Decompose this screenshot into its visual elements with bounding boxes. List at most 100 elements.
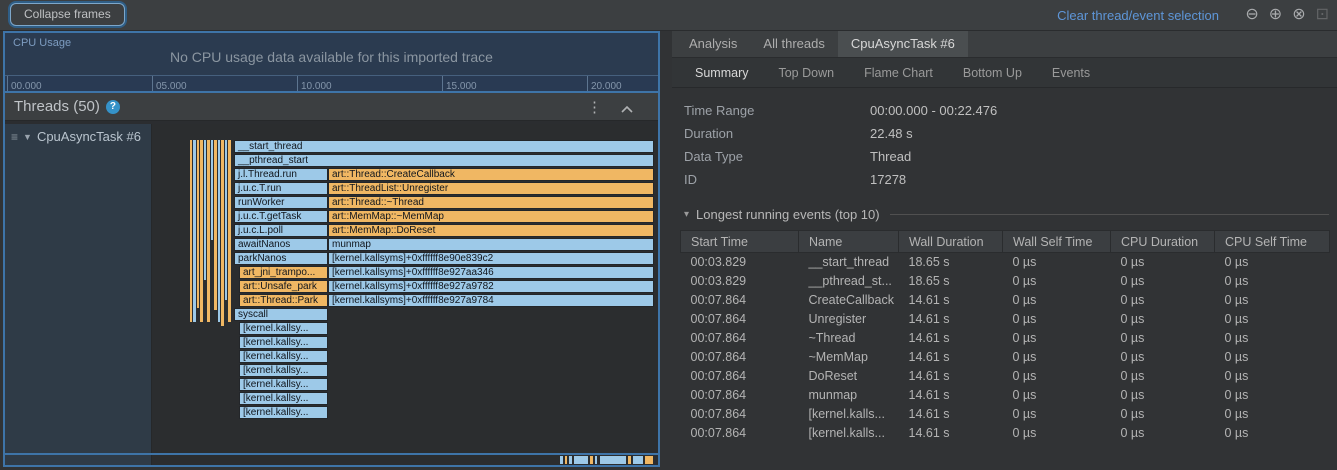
flame-mini-frame[interactable] xyxy=(214,140,217,310)
column-header-cpu-duration[interactable]: CPU Duration xyxy=(1111,231,1215,253)
event-row[interactable]: 00:07.864[kernel.kalls...14.61 s0 µs0 µs… xyxy=(681,424,1330,443)
flame-chart[interactable]: __start_thread__pthread_startj.l.Thread.… xyxy=(152,124,658,453)
column-header-start-time[interactable]: Start Time xyxy=(681,231,799,253)
thread-row-cpuasynctask[interactable]: ≡ ▼ CpuAsyncTask #6 xyxy=(5,124,151,144)
flame-mini-frame[interactable] xyxy=(590,456,593,464)
flame-mini-frame[interactable] xyxy=(645,456,653,464)
event-row[interactable]: 00:03.829__start_thread18.65 s0 µs0 µs0 … xyxy=(681,253,1330,272)
flame-frame[interactable]: runWorker xyxy=(234,196,328,209)
flame-mini-frame[interactable] xyxy=(204,140,206,280)
flame-frame[interactable]: [kernel.kallsy... xyxy=(239,336,328,349)
reset-zoom-icon[interactable]: ⊗ xyxy=(1292,5,1305,25)
flame-frame[interactable]: syscall xyxy=(234,308,328,321)
flame-frame[interactable]: __pthread_start xyxy=(234,154,654,167)
cpu-profiler-window: { "toolbar": { "collapse_frames": "Colla… xyxy=(0,0,1337,470)
flame-frame[interactable]: munmap xyxy=(328,238,654,251)
flame-frame[interactable]: [kernel.kallsy... xyxy=(239,322,328,335)
flame-frame[interactable]: j.l.Thread.run xyxy=(234,168,328,181)
event-cell: 14.61 s xyxy=(899,405,1003,424)
column-header-wall-self-time[interactable]: Wall Self Time xyxy=(1003,231,1111,253)
help-icon[interactable]: ? xyxy=(106,100,120,114)
flame-mini-frame[interactable] xyxy=(628,456,631,464)
flame-frame[interactable]: [kernel.kallsyms]+0xffffff8e927aa346 xyxy=(328,266,654,279)
subtab-events[interactable]: Events xyxy=(1037,58,1105,87)
flame-mini-frame[interactable] xyxy=(595,456,597,464)
subtab-flame-chart[interactable]: Flame Chart xyxy=(849,58,948,87)
subtab-top-down[interactable]: Top Down xyxy=(763,58,849,87)
event-row[interactable]: 00:07.864[kernel.kalls...14.61 s0 µs0 µs… xyxy=(681,405,1330,424)
flame-frame[interactable]: art::Thread::CreateCallback xyxy=(328,168,654,181)
event-cell: 0 µs xyxy=(1111,272,1215,291)
flame-frame[interactable]: art::Thread::~Thread xyxy=(328,196,654,209)
flame-mini-frame[interactable] xyxy=(565,456,567,464)
collapse-frames-button[interactable]: Collapse frames xyxy=(10,3,125,26)
field-label: Data Type xyxy=(684,149,870,164)
flame-mini-frame[interactable] xyxy=(633,456,643,464)
flame-frame[interactable]: [kernel.kallsy... xyxy=(239,364,328,377)
flame-mini-frame[interactable] xyxy=(211,140,213,240)
flame-frame[interactable]: art::MemMap::~MemMap xyxy=(328,210,654,223)
kebab-menu-icon[interactable]: ⋮ xyxy=(587,98,602,116)
disclosure-triangle-icon[interactable]: ▾ xyxy=(684,209,689,220)
zoom-to-selection-icon[interactable]: ⊡ xyxy=(1316,5,1329,25)
cpu-usage-panel[interactable]: CPU Usage No CPU usage data available fo… xyxy=(5,33,658,93)
column-header-wall-duration[interactable]: Wall Duration xyxy=(899,231,1003,253)
flame-mini-frame[interactable] xyxy=(193,140,196,322)
flame-frame[interactable]: [kernel.kallsy... xyxy=(239,406,328,419)
subtab-summary[interactable]: Summary xyxy=(680,58,763,87)
flame-frame[interactable]: art_jni_trampo... xyxy=(239,266,328,279)
flame-mini-frame[interactable] xyxy=(190,140,192,322)
flame-mini-frame[interactable] xyxy=(197,140,199,308)
flame-frame[interactable]: art::Thread::Park xyxy=(239,294,328,307)
flame-mini-frame[interactable] xyxy=(560,456,563,464)
flame-mini-frame[interactable] xyxy=(218,140,220,322)
flame-frame[interactable]: parkNanos xyxy=(234,252,328,265)
flame-frame[interactable]: [kernel.kallsyms]+0xffffff8e90e839c2 xyxy=(328,252,654,265)
next-thread-cell[interactable] xyxy=(5,455,152,465)
flame-mini-frame[interactable] xyxy=(600,456,626,464)
flame-frame[interactable]: j.u.c.T.run xyxy=(234,182,328,195)
flame-frame[interactable]: [kernel.kallsy... xyxy=(239,378,328,391)
event-row[interactable]: 00:07.864DoReset14.61 s0 µs0 µs0 µs xyxy=(681,367,1330,386)
flame-frame[interactable]: [kernel.kallsyms]+0xffffff8e927a9784 xyxy=(328,294,654,307)
next-thread-flame[interactable] xyxy=(152,455,658,465)
timeline-axis[interactable]: 00.00005.00010.00015.00020.000 xyxy=(5,75,658,91)
event-row[interactable]: 00:07.864munmap14.61 s0 µs0 µs0 µs xyxy=(681,386,1330,405)
flame-mini-frame[interactable] xyxy=(574,456,588,464)
flame-frame[interactable]: j.u.c.T.getTask xyxy=(234,210,328,223)
clear-selection-link[interactable]: Clear thread/event selection xyxy=(1057,8,1219,23)
drag-handle-icon[interactable]: ≡ xyxy=(11,130,18,144)
flame-frame[interactable]: [kernel.kallsyms]+0xffffff8e927a9782 xyxy=(328,280,654,293)
column-header-cpu-self-time[interactable]: CPU Self Time xyxy=(1215,231,1330,253)
event-row[interactable]: 00:03.829__pthread_st...18.65 s0 µs0 µs0… xyxy=(681,272,1330,291)
flame-frame[interactable]: art::Unsafe_park xyxy=(239,280,328,293)
flame-frame[interactable]: __start_thread xyxy=(234,140,654,153)
event-row[interactable]: 00:07.864Unregister14.61 s0 µs0 µs0 µs xyxy=(681,310,1330,329)
tab-cpuasynctask-6[interactable]: CpuAsyncTask #6 xyxy=(838,31,968,57)
flame-mini-frame[interactable] xyxy=(207,140,210,322)
flame-frame[interactable]: j.u.c.L.poll xyxy=(234,224,328,237)
tab-analysis[interactable]: Analysis xyxy=(676,31,750,57)
event-row[interactable]: 00:07.864~Thread14.61 s0 µs0 µs0 µs xyxy=(681,329,1330,348)
event-row[interactable]: 00:07.864~MemMap14.61 s0 µs0 µs0 µs xyxy=(681,348,1330,367)
flame-frame[interactable]: awaitNanos xyxy=(234,238,328,251)
tab-all-threads[interactable]: All threads xyxy=(750,31,837,57)
flame-frame[interactable]: [kernel.kallsy... xyxy=(239,392,328,405)
flame-mini-frame[interactable] xyxy=(225,140,227,300)
flame-frame[interactable]: art::ThreadList::Unregister xyxy=(328,182,654,195)
zoom-in-icon[interactable]: ⊕ xyxy=(1269,5,1282,25)
flame-frame[interactable]: art::MemMap::DoReset xyxy=(328,224,654,237)
event-row[interactable]: 00:07.864CreateCallback14.61 s0 µs0 µs0 … xyxy=(681,291,1330,310)
flame-frame[interactable]: [kernel.kallsy... xyxy=(239,350,328,363)
flame-mini-frame[interactable] xyxy=(228,140,231,322)
collapse-section-icon[interactable] xyxy=(620,101,634,119)
expand-arrow-icon[interactable]: ▼ xyxy=(23,132,32,142)
subtab-bottom-up[interactable]: Bottom Up xyxy=(948,58,1037,87)
zoom-out-icon[interactable]: ⊖ xyxy=(1245,5,1258,25)
flame-mini-frame[interactable] xyxy=(221,140,224,326)
flame-mini-frame[interactable] xyxy=(569,456,572,464)
column-header-name[interactable]: Name xyxy=(799,231,899,253)
timeline-tick: 15.000 xyxy=(442,76,477,91)
flame-mini-frame[interactable] xyxy=(200,140,203,322)
next-thread-track[interactable] xyxy=(5,455,658,465)
